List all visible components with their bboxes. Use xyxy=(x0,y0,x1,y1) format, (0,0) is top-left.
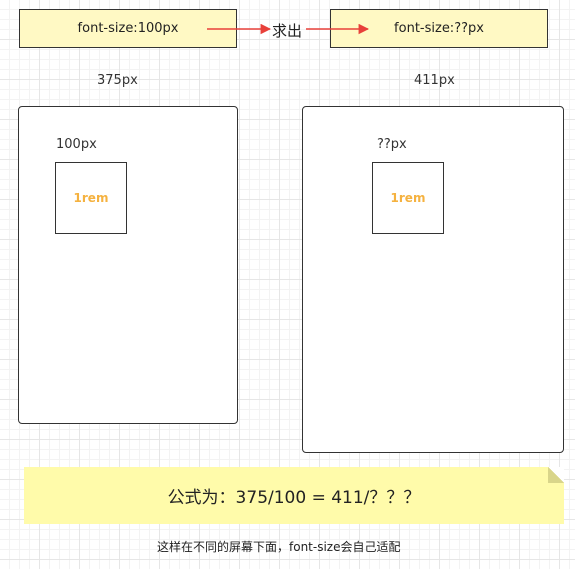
right-rem-label: 1rem xyxy=(390,191,426,205)
left-rem-label: 1rem xyxy=(73,191,109,205)
left-screen xyxy=(18,106,238,424)
formula-text: 公式为：375/100 = 411/？？？ xyxy=(167,488,421,508)
left-size-label: 100px xyxy=(56,137,97,152)
right-screen-width-label: 411px xyxy=(414,73,455,88)
right-screen xyxy=(302,106,564,453)
left-rem-box: 1rem xyxy=(55,162,127,234)
right-size-label: ??px xyxy=(377,137,407,152)
arrow-label: 求出 xyxy=(272,22,303,40)
left-screen-width-label: 375px xyxy=(97,73,138,88)
right-rem-box: 1rem xyxy=(372,162,444,234)
note-fold-corner xyxy=(548,467,564,483)
caption-text: 这样在不同的屏幕下面，font-size会自己适配 xyxy=(157,540,401,554)
formula-note: 公式为：375/100 = 411/？？？ xyxy=(24,467,564,524)
